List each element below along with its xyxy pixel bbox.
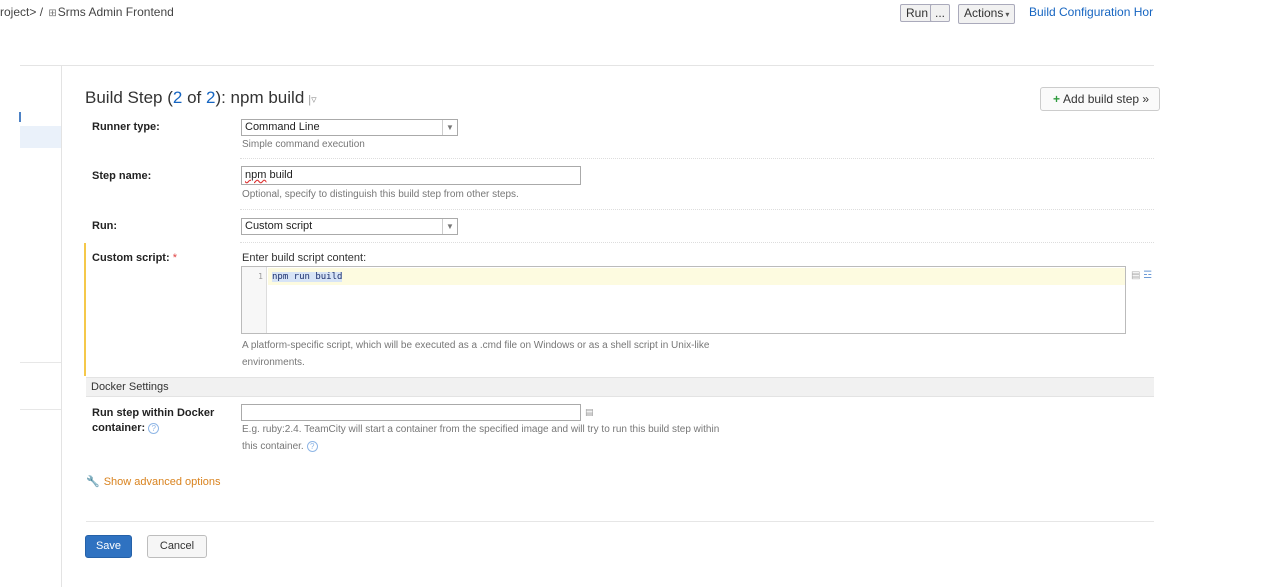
- docker-container-label-1: Run step within Docker: [92, 407, 215, 419]
- sidebar-active-marker: [19, 112, 21, 122]
- title-prefix: Build Step (: [85, 88, 173, 107]
- footer-divider: [86, 521, 1154, 522]
- step-name-note: Optional, specify to distinguish this bu…: [242, 189, 519, 200]
- list-icon[interactable]: ▤: [1131, 270, 1140, 281]
- run-button[interactable]: Run: [900, 4, 935, 22]
- help-icon[interactable]: ?: [306, 441, 318, 452]
- save-button[interactable]: Save: [85, 535, 132, 558]
- step-menu-icon[interactable]: |▿: [308, 94, 316, 106]
- actions-button[interactable]: Actions ▾: [958, 4, 1016, 24]
- sidebar-divider: [20, 362, 61, 363]
- row-divider: [240, 158, 1154, 159]
- line-number-gutter: 1: [242, 267, 267, 333]
- runner-type-select[interactable]: Command Line ▼: [241, 119, 458, 136]
- docker-note-2-text: this container.: [242, 441, 304, 453]
- breadcrumb-project-link[interactable]: roject>: [0, 5, 36, 19]
- actions-label: Actions: [964, 6, 1004, 20]
- runner-type-label: Runner type:: [92, 121, 160, 133]
- run-value: Custom script: [245, 220, 313, 232]
- breadcrumb-current: Srms Admin Frontend: [57, 5, 174, 19]
- chevron-down-icon: ▼: [442, 219, 457, 234]
- expand-editor-icon[interactable]: ☲: [1143, 270, 1152, 281]
- chevron-down-icon: ▼: [442, 120, 457, 135]
- active-line-highlight: [268, 268, 1125, 285]
- docker-settings-header: Docker Settings: [86, 377, 1154, 397]
- step-name-input[interactable]: npm build: [241, 166, 581, 185]
- custom-script-note-1: A platform-specific script, which will b…: [242, 340, 710, 351]
- chevron-down-icon: ▾: [1005, 10, 1010, 19]
- script-code-line[interactable]: npm run build: [272, 272, 343, 282]
- docker-container-label-2: container:?: [92, 422, 160, 434]
- page-title: Build Step (2 of 2): npm build |▿: [85, 88, 317, 108]
- runner-type-note: Simple command execution: [242, 139, 365, 150]
- title-mid: of: [182, 88, 206, 107]
- docker-note-2: this container.?: [242, 441, 318, 452]
- plus-icon: +: [1053, 92, 1061, 106]
- custom-script-label-text: Custom script:: [92, 252, 170, 264]
- breadcrumb: roject> / ⊞Srms Admin Frontend: [0, 5, 174, 19]
- header-divider: [20, 65, 1154, 66]
- add-build-step-label: Add build step »: [1063, 92, 1150, 106]
- sidebar-divider: [20, 409, 61, 410]
- line-number: 1: [258, 272, 263, 281]
- step-name-value-word: npm: [245, 169, 267, 181]
- docker-container-label-text: container:: [92, 422, 146, 434]
- script-editor[interactable]: 1 npm run build: [241, 266, 1126, 334]
- run-label: Run:: [92, 220, 118, 232]
- row-divider: [240, 242, 1154, 243]
- custom-script-label: Custom script: *: [92, 252, 177, 264]
- sidebar-item-selected[interactable]: [20, 126, 61, 148]
- required-field-indicator: [84, 243, 86, 376]
- docker-image-input[interactable]: [241, 404, 581, 421]
- run-select[interactable]: Custom script ▼: [241, 218, 458, 235]
- build-config-icon: ⊞: [48, 8, 57, 19]
- show-advanced-options-label: Show advanced options: [103, 476, 221, 488]
- title-suffix: ): npm build: [215, 88, 305, 107]
- row-divider: [240, 209, 1154, 210]
- left-sidebar: [20, 66, 62, 587]
- custom-script-note-2: environments.: [242, 357, 305, 368]
- cancel-button[interactable]: Cancel: [147, 535, 207, 558]
- required-asterisk: *: [172, 252, 177, 264]
- show-advanced-options-link[interactable]: 🔧 Show advanced options: [86, 475, 221, 488]
- run-options-button[interactable]: ...: [930, 4, 951, 22]
- custom-script-prompt: Enter build script content:: [242, 252, 367, 264]
- step-name-value-rest: build: [266, 169, 293, 181]
- editor-toolbar: ▤ ☲: [1131, 270, 1152, 281]
- docker-note-1: E.g. ruby:2.4. TeamCity will start a con…: [242, 424, 720, 435]
- breadcrumb-separator: /: [39, 5, 44, 19]
- add-build-step-button[interactable]: + Add build step »: [1040, 87, 1160, 111]
- title-step-number[interactable]: 2: [173, 88, 182, 107]
- step-name-label: Step name:: [92, 170, 152, 182]
- build-configuration-home-link[interactable]: Build Configuration Hor: [1029, 5, 1153, 19]
- docker-image-list-icon[interactable]: ▤: [585, 407, 594, 418]
- runner-type-value: Command Line: [245, 121, 320, 133]
- wrench-icon: 🔧: [86, 476, 100, 488]
- help-icon[interactable]: ?: [148, 422, 160, 434]
